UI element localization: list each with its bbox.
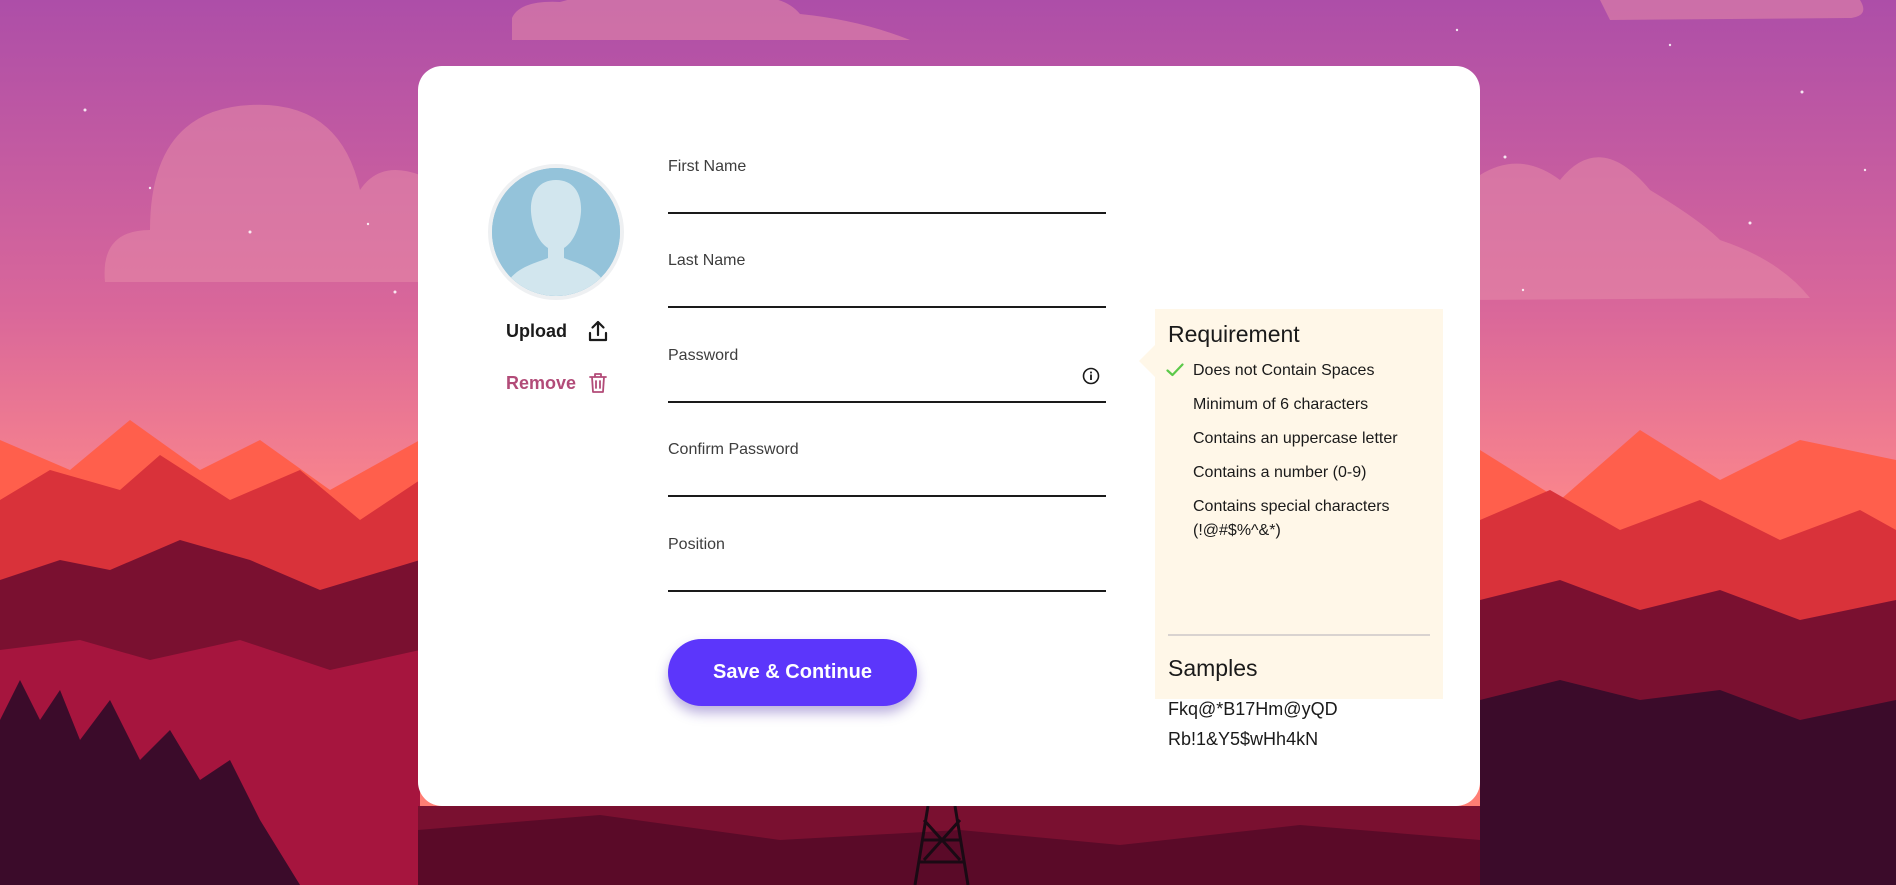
first-name-field: First Name [668,158,1106,214]
upload-icon [588,320,608,342]
position-field: Position [668,536,1106,592]
requirements-pointer [1139,345,1155,377]
requirements-title: Requirement [1168,321,1300,347]
requirements-divider [1168,634,1430,636]
trash-icon [589,373,607,393]
confirm-password-input[interactable] [668,467,1106,497]
info-icon[interactable] [1082,367,1100,385]
profile-form-card: Upload Remove First Name Last Name Passw… [418,66,1480,806]
requirement-item: Minimum of 6 characters [1168,393,1438,417]
user-silhouette-icon [492,168,620,296]
password-field: Password [668,347,1106,403]
requirement-text: Minimum of 6 characters [1193,396,1369,413]
confirm-password-field: Confirm Password [668,441,1106,497]
check-icon [1166,363,1184,377]
position-input[interactable] [668,562,1106,592]
first-name-input[interactable] [668,184,1106,214]
sample-password: Rb!1&Y5$wHh4kN [1168,729,1319,749]
requirement-item: Contains an uppercase letter [1168,427,1438,451]
requirement-item: Contains a number (0-9) [1168,461,1438,485]
first-name-label: First Name [668,158,747,175]
last-name-input[interactable] [668,278,1106,308]
last-name-field: Last Name [668,252,1106,308]
upload-label: Upload [506,320,567,341]
remove-button[interactable]: Remove [506,372,608,394]
last-name-label: Last Name [668,252,746,269]
samples-title: Samples [1168,655,1258,681]
password-input[interactable] [668,373,1106,403]
password-requirements-panel: Requirement Does not Contain Spaces Mini… [1139,309,1443,749]
requirement-item: Does not Contain Spaces [1166,359,1438,383]
password-label: Password [668,347,739,364]
position-label: Position [668,536,725,553]
requirement-text: Contains an uppercase letter [1193,430,1398,447]
requirement-text: Does not Contain Spaces [1193,362,1375,379]
save-continue-button[interactable]: Save & Continue [668,639,917,706]
samples-list: Fkq@*B17Hm@yQD Rb!1&Y5$wHh4kN [1168,694,1338,754]
requirement-text: Contains special characters (!@#$%^&*) [1193,498,1390,539]
requirements-list: Does not Contain Spaces Minimum of 6 cha… [1166,359,1438,553]
upload-button[interactable]: Upload [506,320,608,342]
avatar[interactable] [488,164,624,300]
requirement-text: Contains a number (0-9) [1193,464,1367,481]
requirement-item: Contains special characters (!@#$%^&*) [1168,495,1438,543]
sample-password: Fkq@*B17Hm@yQD [1168,699,1338,719]
remove-label: Remove [506,372,577,393]
confirm-password-label: Confirm Password [668,441,799,458]
